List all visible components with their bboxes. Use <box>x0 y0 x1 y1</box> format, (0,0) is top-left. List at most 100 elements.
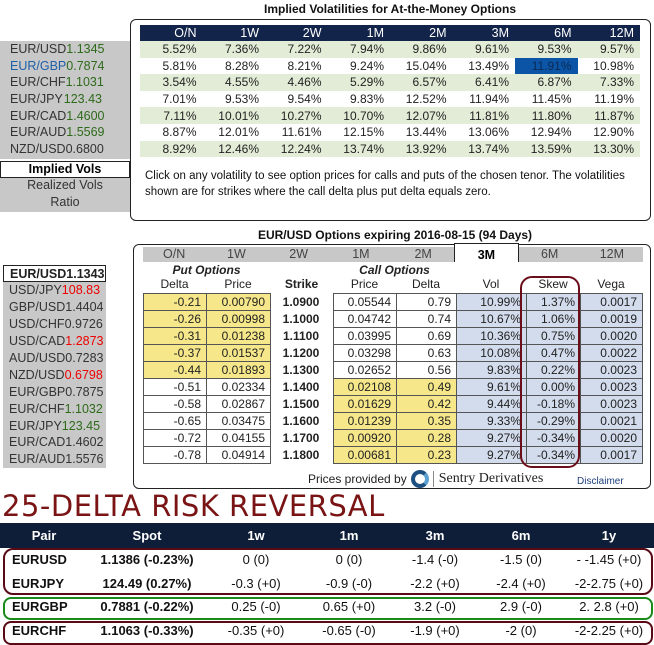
vol-cell[interactable]: 4.55% <box>202 74 265 91</box>
vol-cell[interactable]: 12.15% <box>328 124 391 141</box>
call-price-cell[interactable]: 0.02652 <box>333 361 397 379</box>
tab-12m[interactable]: 12M <box>580 247 643 262</box>
vol-cell[interactable]: 7.33% <box>577 74 640 91</box>
put-price-cell[interactable]: 0.01893 <box>206 361 271 379</box>
vol-cell[interactable]: 10.98% <box>578 58 641 75</box>
vol-cell[interactable]: 9.86% <box>390 41 453 58</box>
spot-item[interactable]: EUR/CAD 1.4602 <box>3 434 106 451</box>
vol-cell[interactable]: 9.53% <box>515 41 578 58</box>
vol-cell[interactable]: 11.87% <box>577 107 640 124</box>
tab-2m[interactable]: 2M <box>392 247 455 262</box>
vol-cell[interactable]: 8.92% <box>140 140 203 158</box>
tab-1w[interactable]: 1W <box>205 247 268 262</box>
vol-cell[interactable]: 11.94% <box>453 91 516 108</box>
ratio-tab[interactable]: Ratio <box>0 195 130 212</box>
pair-item[interactable]: EUR/CHF 1.1031 <box>0 74 130 91</box>
vol-cell[interactable]: 9.54% <box>265 91 328 108</box>
put-price-cell[interactable]: 0.01537 <box>206 344 271 362</box>
vol-cell[interactable]: 6.41% <box>452 74 515 91</box>
spot-item[interactable]: GBP/USD 1.4404 <box>3 299 106 316</box>
vol-cell[interactable]: 9.61% <box>452 41 515 58</box>
vol-cell[interactable]: 11.61% <box>265 124 328 141</box>
vol-cell[interactable]: 12.52% <box>390 91 453 108</box>
put-price-cell[interactable]: 0.02334 <box>206 378 271 396</box>
put-price-cell[interactable]: 0.02867 <box>206 395 271 413</box>
pair-item[interactable]: EUR/GBP 0.7874 <box>0 58 130 75</box>
vol-cell[interactable]: 10.27% <box>265 107 328 124</box>
put-price-cell[interactable]: 0.00998 <box>206 310 271 328</box>
tab-on[interactable]: O/N <box>143 247 206 262</box>
spot-item[interactable]: USD/CHF 0.9726 <box>3 316 106 333</box>
spot-item[interactable]: USD/JPY 108.83 <box>3 282 106 299</box>
vol-cell[interactable]: 13.30% <box>577 140 640 158</box>
tab-1m[interactable]: 1M <box>329 247 392 262</box>
spot-item[interactable]: AUD/USD 0.7283 <box>3 350 106 367</box>
vol-cell[interactable]: 12.01% <box>203 124 266 141</box>
spot-item[interactable]: EUR/GBP 0.7875 <box>3 383 106 400</box>
vol-cell[interactable]: 10.70% <box>327 107 390 124</box>
put-price-cell[interactable]: 0.03475 <box>206 412 271 430</box>
vol-cell[interactable]: 7.36% <box>202 41 265 58</box>
vol-cell[interactable]: 12.90% <box>578 124 641 141</box>
realized-vols-tab[interactable]: Realized Vols <box>0 178 130 195</box>
vol-cell[interactable]: 13.44% <box>390 124 453 141</box>
vol-cell[interactable]: 7.01% <box>140 91 203 108</box>
pair-item[interactable]: NZD/USD 0.6800 <box>0 141 130 158</box>
tab-6m[interactable]: 6M <box>518 247 581 262</box>
put-price-cell[interactable]: 0.01238 <box>206 327 271 345</box>
tab-2w[interactable]: 2W <box>267 247 330 262</box>
vol-cell[interactable]: 5.52% <box>140 41 203 58</box>
call-price-cell[interactable]: 0.01239 <box>333 412 397 430</box>
vol-cell[interactable]: 13.92% <box>390 140 453 158</box>
vol-cell[interactable]: 9.83% <box>328 91 391 108</box>
vol-cell[interactable]: 12.07% <box>390 107 453 124</box>
spot-item[interactable]: USD/CAD 1.2873 <box>3 333 106 350</box>
disclaimer-link[interactable]: Disclaimer <box>577 476 624 487</box>
pair-item[interactable]: EUR/USD 1.1345 <box>0 41 130 58</box>
call-price-cell[interactable]: 0.02108 <box>333 378 397 396</box>
vol-cell[interactable]: 15.04% <box>390 58 453 75</box>
implied-vols-tab[interactable]: Implied Vols <box>0 161 130 178</box>
pair-item[interactable]: EUR/JPY 123.43 <box>0 91 130 108</box>
vol-cell[interactable]: 13.74% <box>327 140 390 158</box>
call-price-cell[interactable]: 0.00681 <box>333 446 397 464</box>
call-price-cell[interactable]: 0.03298 <box>333 344 397 362</box>
vol-cell[interactable]: 13.74% <box>452 140 515 158</box>
spot-item[interactable]: EUR/AUD 1.5576 <box>3 451 106 468</box>
call-price-cell[interactable]: 0.00920 <box>333 429 397 447</box>
vol-cell[interactable]: 11.81% <box>452 107 515 124</box>
vol-cell[interactable]: 12.46% <box>202 140 265 158</box>
vol-cell[interactable]: 9.53% <box>203 91 266 108</box>
selected-pair[interactable]: EUR/USD 1.1343 <box>3 265 106 282</box>
vol-cell[interactable]: 3.54% <box>140 74 203 91</box>
pair-item[interactable]: EUR/AUD 1.5569 <box>0 124 130 141</box>
call-price-cell[interactable]: 0.03995 <box>333 327 397 345</box>
vol-cell[interactable]: 6.57% <box>390 74 453 91</box>
vol-cell[interactable]: 6.87% <box>515 74 578 91</box>
vol-cell[interactable]: 4.46% <box>265 74 328 91</box>
call-price-cell[interactable]: 0.05544 <box>333 293 397 311</box>
spot-item[interactable]: NZD/USD 0.6798 <box>3 366 106 383</box>
call-price-cell[interactable]: 0.04742 <box>333 310 397 328</box>
vol-cell[interactable]: 8.28% <box>203 58 266 75</box>
call-price-cell[interactable]: 0.01629 <box>333 395 397 413</box>
vol-cell[interactable]: 13.49% <box>453 58 516 75</box>
put-price-cell[interactable]: 0.00790 <box>206 293 271 311</box>
vol-cell[interactable]: 9.24% <box>328 58 391 75</box>
vol-cell[interactable]: 11.80% <box>515 107 578 124</box>
vol-cell[interactable]: 7.94% <box>327 41 390 58</box>
put-price-cell[interactable]: 0.04155 <box>206 429 271 447</box>
vol-cell[interactable]: 12.24% <box>265 140 328 158</box>
vol-cell[interactable]: 11.91% <box>515 57 578 75</box>
vol-cell[interactable]: 8.21% <box>265 58 328 75</box>
vol-cell[interactable]: 12.94% <box>515 124 578 141</box>
put-price-cell[interactable]: 0.04914 <box>206 446 271 464</box>
vol-cell[interactable]: 11.19% <box>578 91 641 108</box>
vol-cell[interactable]: 11.45% <box>515 91 578 108</box>
vol-cell[interactable]: 5.29% <box>327 74 390 91</box>
vol-cell[interactable]: 5.81% <box>140 58 203 75</box>
spot-item[interactable]: EUR/JPY 123.45 <box>3 417 106 434</box>
vol-cell[interactable]: 9.57% <box>577 41 640 58</box>
pair-item[interactable]: EUR/CAD 1.4600 <box>0 107 130 124</box>
vol-cell[interactable]: 7.11% <box>140 107 203 124</box>
